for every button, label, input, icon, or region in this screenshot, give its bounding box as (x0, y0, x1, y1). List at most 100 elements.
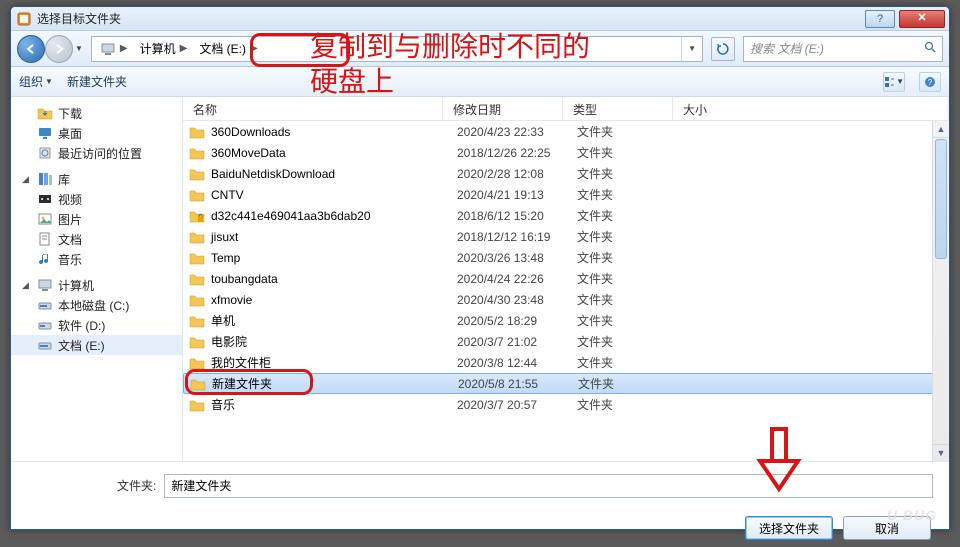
button-row: 选择文件夹 取消 (11, 509, 949, 547)
col-name[interactable]: 名称 (183, 97, 443, 120)
tree-documents[interactable]: 文档 (11, 229, 182, 249)
table-row[interactable]: 360Downloads2020/4/23 22:33文件夹 (183, 121, 949, 142)
table-row[interactable]: 音乐2020/3/7 20:57文件夹 (183, 394, 949, 415)
table-row[interactable]: 电影院2020/3/7 21:02文件夹 (183, 331, 949, 352)
forward-button[interactable] (45, 35, 73, 63)
search-box[interactable]: 搜索 文档 (E:) (743, 36, 943, 62)
collapse-icon[interactable]: ◢ (21, 281, 30, 290)
file-name: 360MoveData (211, 146, 457, 160)
file-date: 2018/12/26 22:25 (457, 146, 577, 160)
table-row[interactable]: BaiduNetdiskDownload2020/2/28 12:08文件夹 (183, 163, 949, 184)
address-bar[interactable]: ▶ 计算机 ▶ 文档 (E:) ▶ ▼ (91, 36, 703, 62)
tree-videos[interactable]: 视频 (11, 189, 182, 209)
music-icon (37, 251, 53, 267)
documents-icon (37, 231, 53, 247)
file-type: 文件夹 (577, 270, 687, 287)
scroll-up-arrow[interactable]: ▲ (933, 121, 949, 138)
nav-tree[interactable]: 下载 桌面 最近访问的位置 ◢库 视频 图片 文档 音乐 ◢计算机 本地磁盘 (… (11, 97, 183, 461)
collapse-icon[interactable]: ◢ (21, 175, 30, 184)
table-row[interactable]: 单机2020/5/2 18:29文件夹 (183, 310, 949, 331)
tree-computer[interactable]: ◢计算机 (11, 275, 182, 295)
file-name: CNTV (211, 188, 457, 202)
file-name: BaiduNetdiskDownload (211, 167, 457, 181)
view-options-button[interactable]: ▼ (883, 72, 905, 92)
tree-drive-e[interactable]: 文档 (E:) (11, 335, 182, 355)
tree-drive-d[interactable]: 软件 (D:) (11, 315, 182, 335)
scroll-down-arrow[interactable]: ▼ (933, 444, 949, 461)
tree-desktop[interactable]: 桌面 (11, 123, 182, 143)
videos-icon (37, 191, 53, 207)
nav-buttons: ▼ (17, 35, 83, 63)
window-title: 选择目标文件夹 (37, 10, 865, 27)
file-type: 文件夹 (577, 249, 687, 266)
col-size[interactable]: 大小 (673, 97, 949, 120)
file-type: 文件夹 (577, 207, 687, 224)
folder-icon (189, 355, 205, 371)
folder-icon (189, 271, 205, 287)
scroll-thumb[interactable] (935, 139, 947, 259)
tree-libraries[interactable]: ◢库 (11, 169, 182, 189)
svg-text:?: ? (928, 78, 933, 87)
file-date: 2020/3/8 12:44 (457, 356, 577, 370)
file-name: 我的文件柜 (211, 354, 457, 371)
file-type: 文件夹 (577, 228, 687, 245)
help-button[interactable]: ? (865, 10, 895, 28)
file-type: 文件夹 (577, 144, 687, 161)
folder-icon (189, 292, 205, 308)
file-name: 360Downloads (211, 125, 457, 139)
col-type[interactable]: 类型 (563, 97, 673, 120)
col-date[interactable]: 修改日期 (443, 97, 563, 120)
tree-recent[interactable]: 最近访问的位置 (11, 143, 182, 163)
folder-icon (189, 250, 205, 266)
table-row[interactable]: 360MoveData2018/12/26 22:25文件夹 (183, 142, 949, 163)
tree-downloads[interactable]: 下载 (11, 103, 182, 123)
recent-icon (37, 145, 53, 161)
table-row[interactable]: jisuxt2018/12/12 16:19文件夹 (183, 226, 949, 247)
file-type: 文件夹 (577, 186, 687, 203)
table-row[interactable]: 新建文件夹2020/5/8 21:55文件夹 (183, 373, 949, 394)
vertical-scrollbar[interactable]: ▲ ▼ (932, 121, 949, 461)
file-type: 文件夹 (577, 123, 687, 140)
folder-icon (189, 124, 205, 140)
tree-drive-c[interactable]: 本地磁盘 (C:) (11, 295, 182, 315)
search-placeholder: 搜索 文档 (E:) (750, 40, 924, 57)
table-row[interactable]: toubangdata2020/4/24 22:26文件夹 (183, 268, 949, 289)
crumb-computer-icon[interactable]: ▶ (96, 37, 136, 61)
file-name: toubangdata (211, 272, 457, 286)
folder-name-input[interactable] (164, 474, 933, 498)
desktop-icon (37, 125, 53, 141)
tree-pictures[interactable]: 图片 (11, 209, 182, 229)
file-date: 2020/3/7 21:02 (457, 335, 577, 349)
table-row[interactable]: Temp2020/3/26 13:48文件夹 (183, 247, 949, 268)
address-dropdown[interactable]: ▼ (681, 37, 702, 61)
drive-icon (37, 317, 53, 333)
refresh-button[interactable] (711, 37, 735, 61)
file-type: 文件夹 (577, 354, 687, 371)
file-date: 2018/6/12 15:20 (457, 209, 577, 223)
drive-icon (37, 297, 53, 313)
file-type: 文件夹 (578, 375, 688, 392)
titlebar: 选择目标文件夹 ? ✕ (11, 7, 949, 31)
footer: 文件夹: (11, 461, 949, 509)
organize-menu[interactable]: 组织 ▼ (19, 73, 53, 90)
select-folder-button[interactable]: 选择文件夹 (745, 516, 833, 540)
downloads-icon (37, 105, 53, 121)
file-date: 2020/5/2 18:29 (457, 314, 577, 328)
crumb-computer[interactable]: 计算机 ▶ (136, 37, 196, 61)
pictures-icon (37, 211, 53, 227)
back-button[interactable] (17, 35, 45, 63)
crumb-drive[interactable]: 文档 (E:) ▶ (195, 37, 265, 61)
table-row[interactable]: CNTV2020/4/21 19:13文件夹 (183, 184, 949, 205)
close-button[interactable]: ✕ (899, 10, 945, 28)
help-icon-button[interactable]: ? (919, 72, 941, 92)
dialog-window: 选择目标文件夹 ? ✕ ▼ ▶ 计算机 ▶ 文档 (E:) ▶ ▼ (10, 6, 950, 530)
nav-history-dropdown[interactable]: ▼ (75, 44, 83, 53)
folder-icon (189, 145, 205, 161)
table-row[interactable]: xfmovie2020/4/30 23:48文件夹 (183, 289, 949, 310)
folder-icon (189, 397, 205, 413)
table-row[interactable]: d32c441e469041aa3b6dab202018/6/12 15:20文… (183, 205, 949, 226)
file-name: Temp (211, 251, 457, 265)
table-row[interactable]: 我的文件柜2020/3/8 12:44文件夹 (183, 352, 949, 373)
new-folder-button[interactable]: 新建文件夹 (67, 73, 127, 90)
tree-music[interactable]: 音乐 (11, 249, 182, 269)
